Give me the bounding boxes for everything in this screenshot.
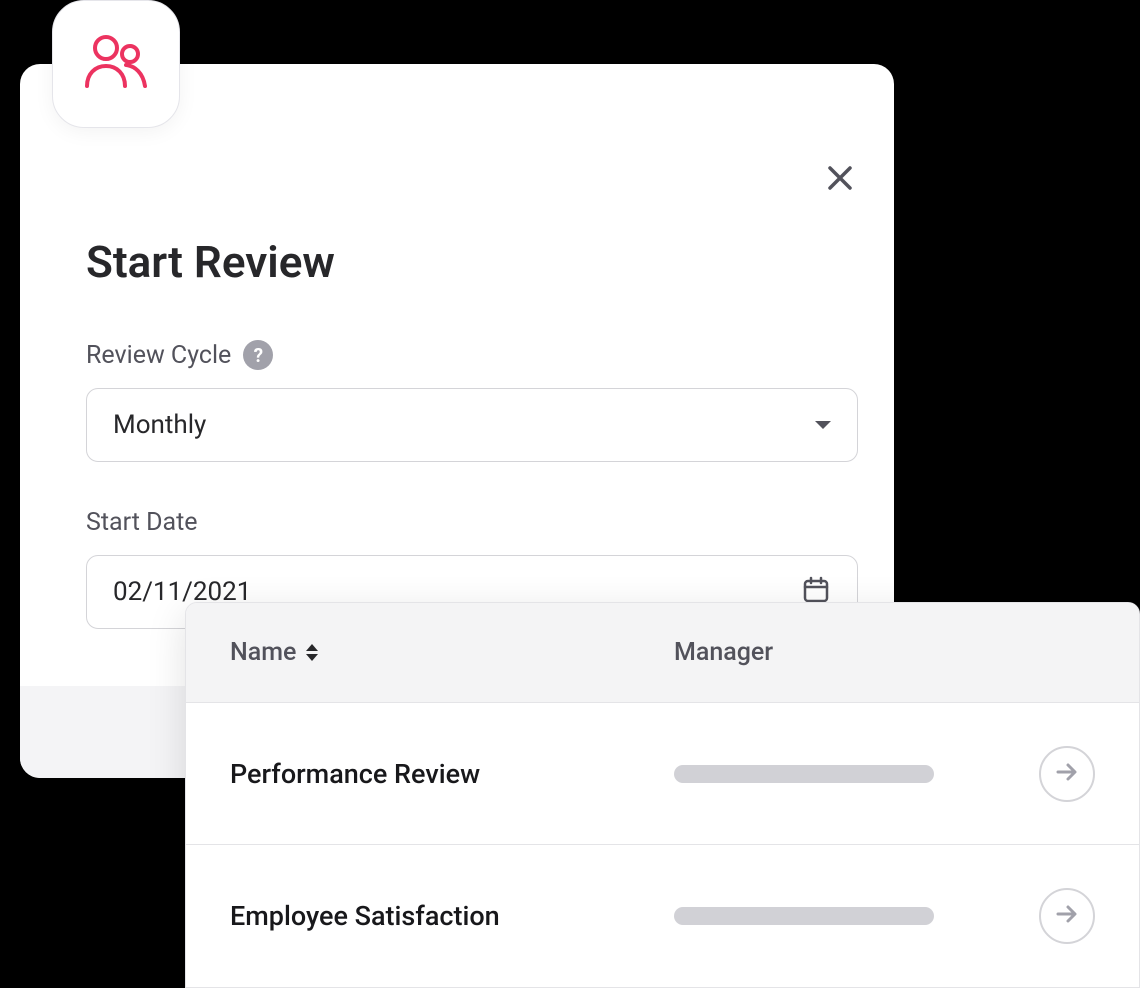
- close-button[interactable]: [824, 164, 856, 196]
- column-manager-label: Manager: [674, 638, 773, 667]
- review-cycle-label-row: Review Cycle ?: [86, 340, 858, 370]
- sort-icon: [306, 644, 318, 661]
- reviews-table: Name Manager Performance Review: [185, 602, 1140, 988]
- row-action: [1035, 746, 1095, 802]
- open-row-button[interactable]: [1039, 888, 1095, 944]
- start-date-label: Start Date: [86, 508, 198, 537]
- placeholder-bar: [674, 765, 934, 783]
- open-row-button[interactable]: [1039, 746, 1095, 802]
- row-manager: [674, 907, 1035, 925]
- help-icon[interactable]: ?: [243, 340, 273, 370]
- close-icon: [826, 164, 854, 196]
- people-icon: [81, 32, 151, 96]
- row-name: Performance Review: [230, 758, 674, 790]
- arrow-right-icon: [1054, 759, 1080, 789]
- column-name-label: Name: [230, 638, 296, 667]
- table-row: Employee Satisfaction: [186, 845, 1139, 987]
- row-name: Employee Satisfaction: [230, 900, 674, 932]
- column-header-name[interactable]: Name: [230, 638, 674, 667]
- column-header-manager[interactable]: Manager: [674, 638, 1095, 667]
- row-manager: [674, 765, 1035, 783]
- start-date-label-row: Start Date: [86, 508, 858, 537]
- review-cycle-select[interactable]: Monthly: [86, 388, 858, 462]
- row-action: [1035, 888, 1095, 944]
- people-badge: [52, 0, 180, 128]
- placeholder-bar: [674, 907, 934, 925]
- chevron-down-icon: [815, 421, 831, 429]
- dialog-title: Start Review: [86, 236, 335, 288]
- table-header: Name Manager: [186, 603, 1139, 703]
- review-cycle-label: Review Cycle: [86, 341, 231, 370]
- review-cycle-value: Monthly: [113, 410, 206, 440]
- arrow-right-icon: [1054, 901, 1080, 931]
- review-cycle-field: Review Cycle ? Monthly: [86, 340, 858, 462]
- table-row: Performance Review: [186, 703, 1139, 845]
